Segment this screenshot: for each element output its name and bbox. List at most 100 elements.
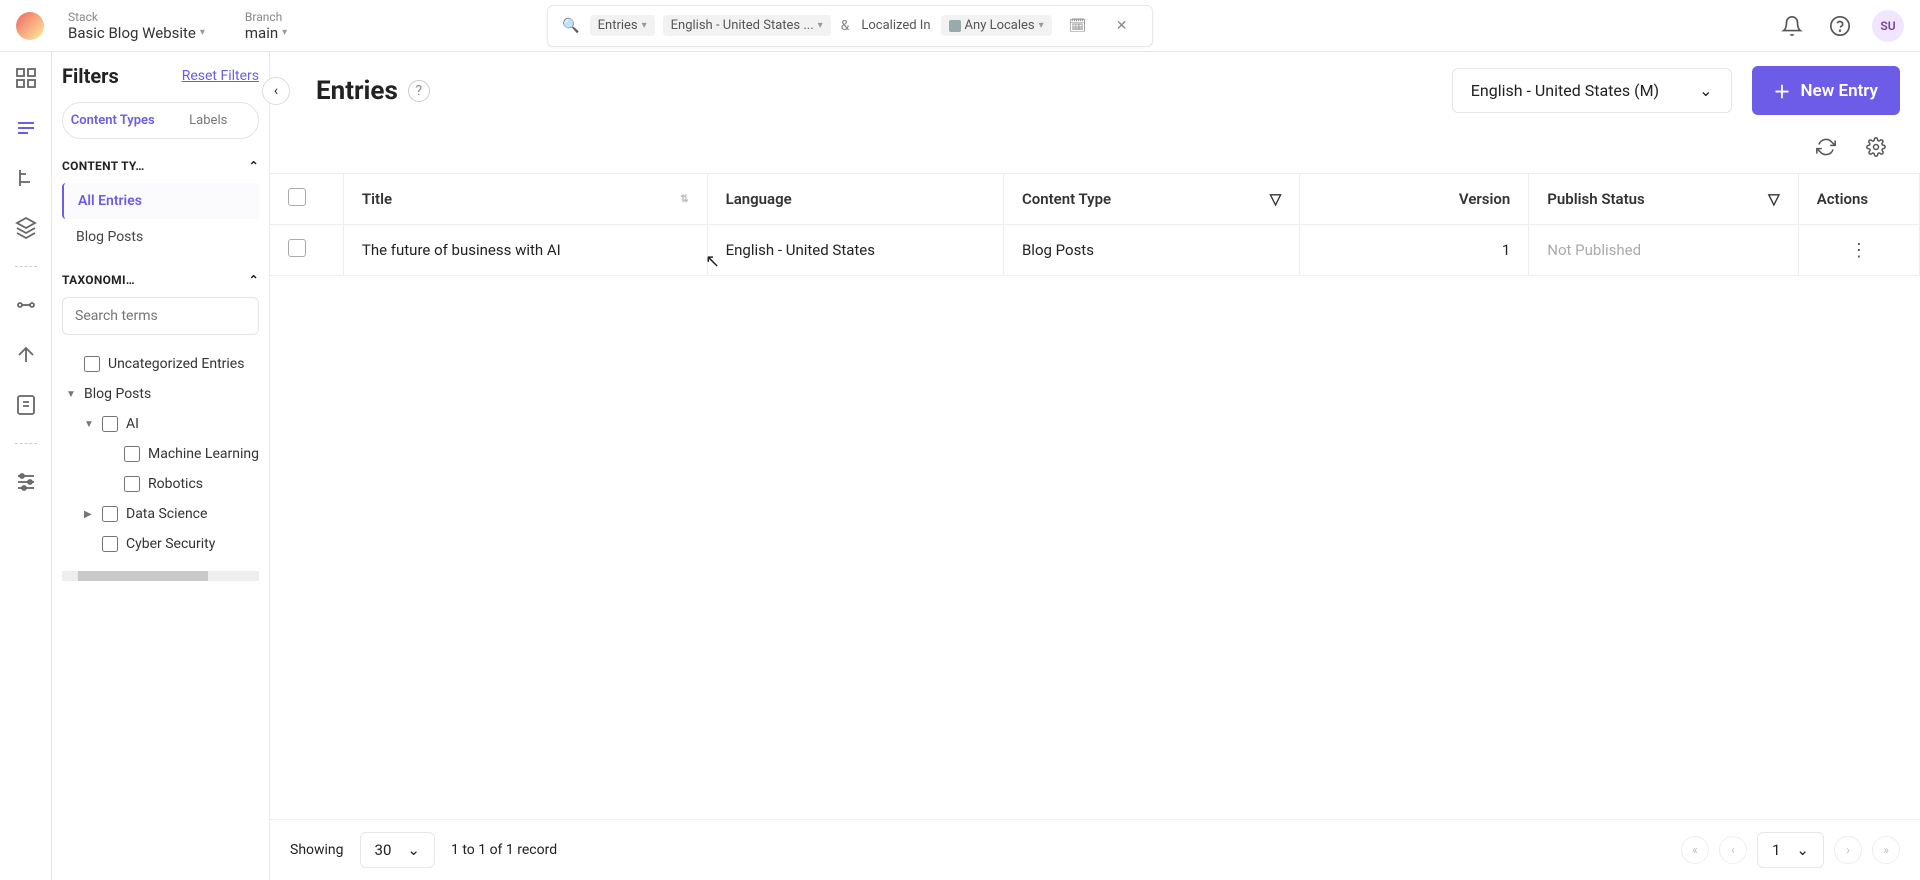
search-scope-pill[interactable]: Entries▾ — [590, 15, 655, 36]
cell-version: 1 — [1300, 225, 1529, 276]
pagination: Showing 30 ⌄ 1 to 1 of 1 record « ‹ 1 ⌄ … — [270, 819, 1920, 880]
taxonomy-search-input[interactable] — [62, 297, 259, 335]
new-entry-button[interactable]: ＋ New Entry — [1752, 66, 1900, 115]
tax-ai[interactable]: ▼AI — [62, 409, 259, 439]
cell-content-type: Blog Posts — [1003, 225, 1299, 276]
col-language[interactable]: Language — [726, 190, 792, 208]
chevron-down-icon: ⌄ — [1699, 81, 1712, 100]
tax-cyber-security[interactable]: Cyber Security — [62, 529, 259, 559]
col-actions: Actions — [1817, 190, 1868, 208]
section-taxonomies[interactable]: TAXONOMI… ⌃ — [62, 273, 259, 287]
tax-uncategorized[interactable]: Uncategorized Entries — [62, 349, 259, 379]
row-actions-menu[interactable]: ⋮ — [1850, 240, 1868, 261]
search-language-pill[interactable]: English - United States ...▾ — [663, 15, 831, 36]
tasks-icon[interactable] — [14, 393, 38, 417]
page-help-icon[interactable]: ? — [408, 80, 430, 102]
app-logo[interactable] — [16, 12, 44, 40]
cell-title[interactable]: The future of business with AI — [343, 225, 707, 276]
locale-icon — [949, 20, 961, 32]
plus-icon: ＋ — [1774, 78, 1791, 103]
col-version[interactable]: Version — [1459, 190, 1510, 208]
first-page-button[interactable]: « — [1681, 836, 1709, 864]
nav-divider — [15, 443, 37, 444]
global-search[interactable]: 🔍 Entries▾ English - United States ...▾ … — [547, 5, 1152, 47]
settings-icon[interactable] — [14, 470, 38, 494]
next-page-button[interactable]: › — [1834, 836, 1862, 864]
table-settings-icon[interactable] — [1860, 131, 1892, 163]
chevron-up-icon: ⌃ — [249, 159, 259, 173]
tax-ai-checkbox[interactable] — [102, 416, 118, 432]
entries-icon[interactable] — [14, 116, 38, 140]
tax-robotics[interactable]: Robotics — [62, 469, 259, 499]
chevron-down-icon: ⌄ — [1796, 841, 1809, 859]
tax-robotics-checkbox[interactable] — [124, 476, 140, 492]
nav-divider — [15, 266, 37, 267]
tax-uncategorized-checkbox[interactable] — [84, 356, 100, 372]
clear-search-icon[interactable]: ✕ — [1106, 10, 1138, 42]
user-avatar[interactable]: SU — [1872, 10, 1904, 42]
tax-data-science[interactable]: ▶Data Science — [62, 499, 259, 529]
help-icon[interactable] — [1824, 10, 1856, 42]
new-entry-label: New Entry — [1801, 81, 1878, 101]
filter-all-entries[interactable]: All Entries — [62, 183, 259, 219]
tax-ml-checkbox[interactable] — [124, 446, 140, 462]
prev-page-button[interactable]: ‹ — [1719, 836, 1747, 864]
refresh-icon[interactable] — [1810, 131, 1842, 163]
filters-panel: Filters Reset Filters Content Types Labe… — [52, 52, 270, 880]
section-taxonomies-label: TAXONOMI… — [62, 273, 135, 287]
tax-ml[interactable]: Machine Learning — [62, 439, 259, 469]
per-page-value: 30 — [375, 841, 392, 859]
tax-ds-checkbox[interactable] — [102, 506, 118, 522]
branch-selector[interactable]: Branch main▾ — [245, 10, 287, 42]
vertical-nav — [0, 52, 52, 880]
filters-title: Filters — [62, 64, 119, 88]
dashboard-icon[interactable] — [14, 66, 38, 90]
page-selector[interactable]: 1 ⌄ — [1757, 832, 1824, 868]
main-content: ‹ Entries ? English - United States (M) … — [270, 52, 1920, 880]
per-page-selector[interactable]: 30 ⌄ — [360, 832, 435, 868]
reset-filters-link[interactable]: Reset Filters — [182, 68, 259, 84]
content-model-icon[interactable] — [14, 166, 38, 190]
record-summary: 1 to 1 of 1 record — [451, 842, 557, 858]
stack-selector[interactable]: Stack Basic Blog Website▾ — [68, 10, 205, 42]
select-all-checkbox[interactable] — [288, 188, 306, 206]
tax-blog-posts[interactable]: ▼Blog Posts — [62, 379, 259, 409]
page-value: 1 — [1772, 841, 1780, 859]
filter-blog-posts[interactable]: Blog Posts — [62, 219, 259, 255]
branch-label: Branch — [245, 10, 287, 24]
tax-cs-checkbox[interactable] — [102, 536, 118, 552]
row-checkbox[interactable] — [288, 239, 306, 257]
notifications-icon[interactable] — [1776, 10, 1808, 42]
filters-horizontal-scrollbar[interactable] — [62, 571, 259, 581]
filter-tabs: Content Types Labels — [62, 102, 259, 139]
publish-icon[interactable] — [14, 343, 38, 367]
tree-expand-icon[interactable]: ▶ — [84, 509, 94, 520]
cell-publish-status: Not Published — [1529, 225, 1798, 276]
last-page-button[interactable]: » — [1872, 836, 1900, 864]
filter-icon[interactable]: ▽ — [1270, 190, 1282, 208]
filter-icon[interactable]: ▽ — [1768, 190, 1780, 208]
chevron-down-icon: ▾ — [282, 27, 287, 38]
chevron-up-icon: ⌃ — [249, 273, 259, 287]
save-search-icon[interactable]: 🗓 — [1062, 10, 1094, 42]
col-title[interactable]: Title — [362, 190, 392, 208]
tree-collapse-icon[interactable]: ▼ — [66, 389, 76, 400]
search-locale-pill[interactable]: Any Locales▾ — [941, 15, 1052, 36]
entries-table: Title ⇅ Language Content Type ▽ Version Pu… — [270, 174, 1920, 276]
sort-icon[interactable]: ⇅ — [680, 194, 688, 205]
page-title: Entries — [316, 76, 398, 106]
section-content-type[interactable]: CONTENT TY… ⌃ — [62, 159, 259, 173]
releases-icon[interactable] — [14, 293, 38, 317]
col-publish-status[interactable]: Publish Status — [1547, 190, 1644, 208]
language-selector[interactable]: English - United States (M) ⌄ — [1452, 68, 1732, 113]
showing-label: Showing — [290, 842, 344, 858]
search-and: & — [841, 18, 850, 34]
tab-labels[interactable]: Labels — [161, 105, 257, 136]
chevron-down-icon: ⌄ — [407, 841, 420, 859]
table-row[interactable]: The future of business with AI English -… — [270, 225, 1920, 276]
assets-icon[interactable] — [14, 216, 38, 240]
col-content-type[interactable]: Content Type — [1022, 190, 1111, 208]
tab-content-types[interactable]: Content Types — [65, 105, 161, 136]
tree-collapse-icon[interactable]: ▼ — [84, 419, 94, 430]
collapse-filters-button[interactable]: ‹ — [262, 77, 290, 105]
